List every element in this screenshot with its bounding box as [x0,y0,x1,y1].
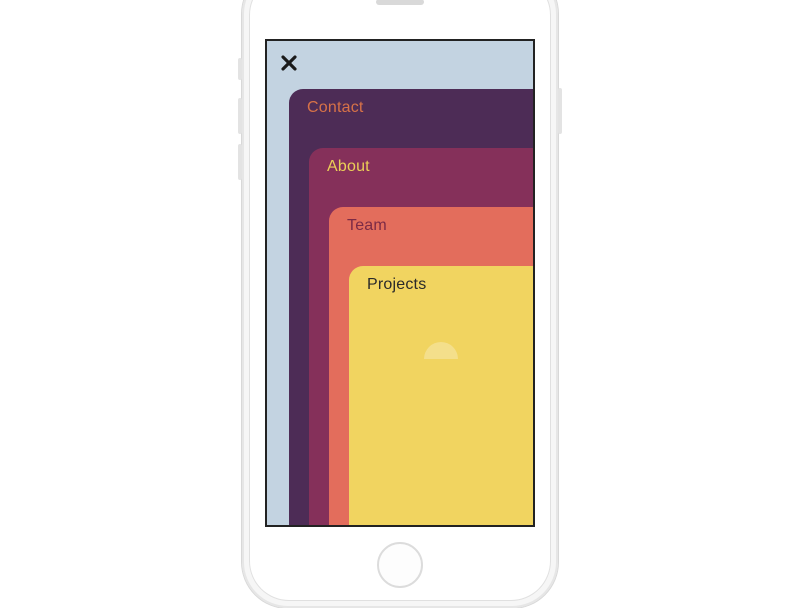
nav-card-label: About [327,158,370,176]
phone-screen: Contact About Team Projects [265,39,535,527]
nav-card-label: Projects [367,276,426,294]
x-icon [280,54,298,72]
speaker-grille [376,0,424,5]
close-icon[interactable] [275,49,303,77]
mute-switch[interactable] [238,58,242,80]
power-button[interactable] [558,88,562,134]
home-button[interactable] [377,542,423,588]
nav-card-label: Team [347,217,387,235]
phone-body: Contact About Team Projects [249,0,551,601]
sun-icon [424,342,458,359]
volume-up-button[interactable] [238,98,242,134]
phone-frame: Contact About Team Projects [242,0,558,608]
volume-down-button[interactable] [238,144,242,180]
nav-card-projects[interactable]: Projects [349,266,533,525]
nav-card-label: Contact [307,99,364,117]
